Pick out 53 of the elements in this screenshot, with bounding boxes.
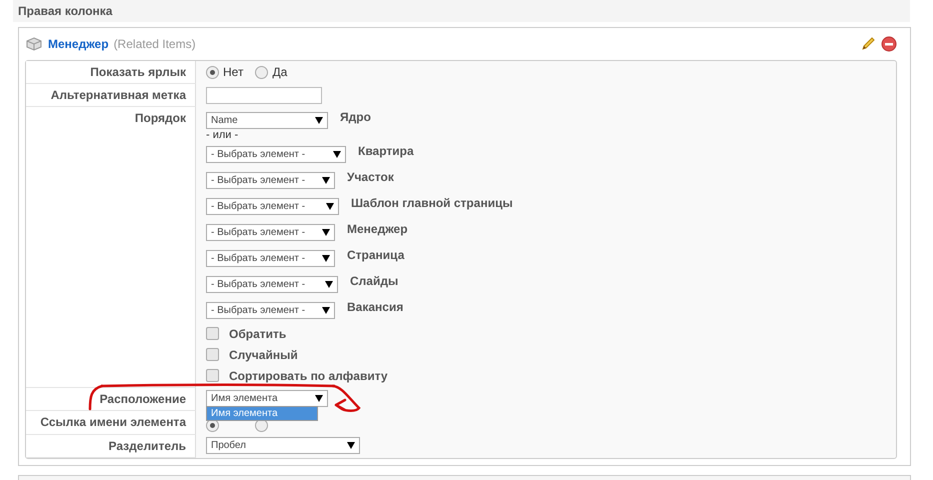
radio-label[interactable]: Да: [272, 65, 288, 79]
select-dropdown[interactable]: - Выбрать элемент -: [206, 198, 339, 214]
select-dropdown[interactable]: - Выбрать элемент -: [206, 302, 335, 318]
text-input[interactable]: [206, 87, 322, 104]
select-label: Страница: [347, 248, 404, 262]
field-label: Порядок: [134, 111, 186, 125]
checkbox[interactable]: [206, 327, 219, 340]
caret-icon: [347, 442, 355, 449]
field-label: Разделитель: [108, 439, 186, 453]
select-label: Менеджер: [347, 222, 408, 236]
separator-text: - или -: [206, 129, 240, 141]
radio-button[interactable]: [255, 66, 268, 78]
caret-icon: [322, 254, 330, 262]
caret-icon: [333, 150, 341, 158]
caret-icon: [315, 116, 323, 124]
module-subtitle: (Related Items): [114, 37, 196, 51]
select-label: Слайды: [350, 274, 398, 288]
select-dropdown[interactable]: - Выбрать элемент -: [206, 146, 346, 162]
caret-icon: [322, 306, 330, 314]
field-label: Показать ярлык: [90, 65, 186, 79]
field-label: Расположение: [100, 392, 186, 406]
checkbox[interactable]: [206, 348, 219, 361]
select-dropdown[interactable]: Пробел: [206, 437, 360, 454]
select-dropdown[interactable]: - Выбрать элемент -: [206, 172, 335, 188]
caret-icon: [322, 228, 330, 236]
caret-icon: [326, 202, 334, 210]
hand-drawn-arrow: [332, 383, 362, 413]
section-title: Правая колонка: [18, 4, 112, 18]
radio-button[interactable]: [206, 66, 219, 78]
select-label: Участок: [347, 170, 394, 184]
checkbox[interactable]: [206, 369, 219, 382]
select-label: Шаблон главной страницы: [351, 196, 513, 210]
cube-icon: [25, 36, 43, 52]
select-dropdown[interactable]: Имя элемента: [206, 390, 328, 407]
checkbox-label[interactable]: Сортировать по алфавиту: [229, 368, 388, 382]
field-label: Альтернативная метка: [50, 88, 186, 102]
select-label: Квартира: [358, 144, 414, 158]
caret-icon: [315, 395, 323, 402]
field-label: Ссылка имени элемента: [40, 415, 186, 429]
module-title-link[interactable]: Менеджер: [48, 37, 109, 51]
select-dropdown[interactable]: Name: [206, 112, 328, 128]
checkbox-label[interactable]: Обратить: [229, 326, 286, 340]
edit-icon[interactable]: [860, 36, 876, 52]
caret-icon: [325, 280, 333, 288]
caret-icon: [322, 176, 330, 184]
select-dropdown[interactable]: - Выбрать элемент -: [206, 276, 338, 292]
select-label: Вакансия: [347, 300, 404, 314]
remove-icon[interactable]: [881, 36, 897, 52]
checkbox-label[interactable]: Случайный: [229, 348, 298, 362]
select-dropdown[interactable]: - Выбрать элемент -: [206, 224, 335, 240]
select-dropdown[interactable]: - Выбрать элемент -: [206, 250, 335, 266]
radio-label[interactable]: Нет: [223, 65, 244, 79]
select-label: Ядро: [340, 110, 371, 124]
